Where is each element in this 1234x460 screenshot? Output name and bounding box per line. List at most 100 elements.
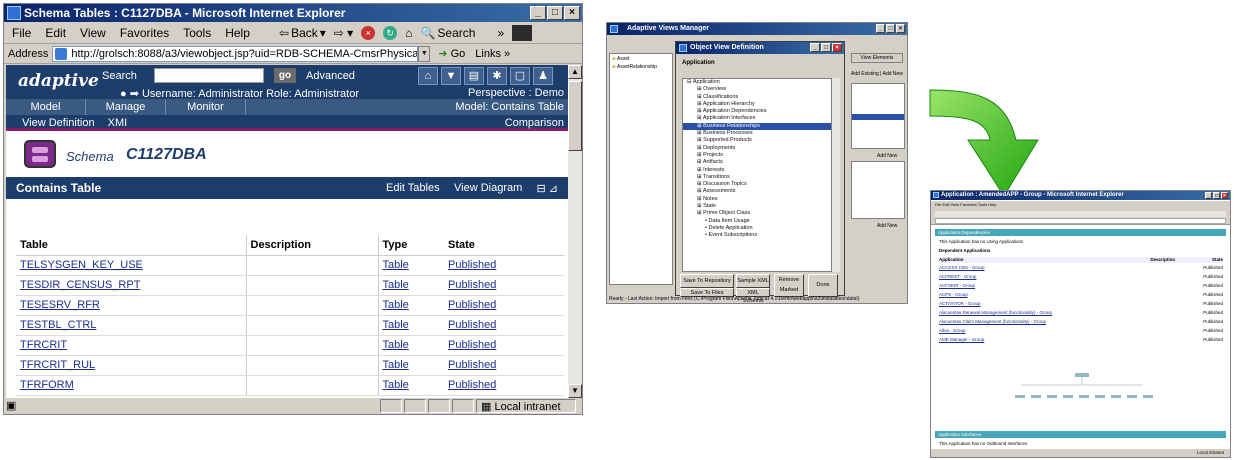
maximize-icon[interactable]: □ [547,6,563,20]
tree-item[interactable]: ⊞ Application Dependencies [683,108,831,115]
sample-xml-button[interactable]: Sample XML [736,274,770,288]
table-link[interactable]: TFRCRIT_RUL [20,359,95,371]
table-link[interactable]: TFRCRIT [20,339,67,351]
done-button[interactable]: Done [808,274,838,297]
search-button[interactable]: 🔍 Search [420,26,475,40]
close-icon[interactable]: × [832,43,842,52]
menu-tools[interactable]: Tools [183,26,211,40]
small-app-link[interactable]: Alacuentas Claim Management (functionali… [939,319,1046,325]
small-address[interactable] [935,218,1226,224]
state-link[interactable]: Published [448,379,496,391]
state-link[interactable]: Published [448,299,496,311]
menu-view[interactable]: View [80,26,106,40]
refresh-icon[interactable]: ↻ [383,26,398,40]
more-chevron-icon[interactable]: » [497,26,504,40]
menu-edit[interactable]: Edit [45,26,66,40]
scroll-thumb[interactable] [568,81,582,151]
tab-view-elements[interactable]: View Elements [851,53,903,63]
app-search-input[interactable] [154,68,264,83]
links-button[interactable]: Links » [475,48,510,60]
elements-list[interactable] [851,83,905,149]
ie-titlebar[interactable]: Schema Tables : C1127DBA - Microsoft Int… [4,4,582,22]
minimize-icon[interactable]: _ [530,6,546,20]
remove-marked-button[interactable]: Remove Marked [774,274,804,297]
table-link[interactable]: TESDIR_CENSUS_RPT [20,279,140,291]
view-definition-link[interactable]: View Definition [22,117,95,129]
tree-item[interactable]: ⊞ Business Processes [683,130,831,137]
table-link[interactable]: TELSYSGEN_KEY_USE [20,259,143,271]
home-icon[interactable]: ⌂ [418,67,438,85]
tree-item[interactable]: ⊞ Notes [683,196,831,203]
filter-icon[interactable]: ▼ [441,67,461,85]
small-app-link[interactable]: ACFREST - Group [939,274,976,280]
small-nav[interactable] [935,211,1226,217]
state-link[interactable]: Published [448,319,496,331]
close-icon[interactable]: × [1221,192,1228,199]
minimize-icon[interactable]: _ [876,24,885,33]
tree-item[interactable]: ⊞ Transitions [683,174,831,181]
close-icon[interactable]: × [896,24,905,33]
advanced-link[interactable]: Advanced [306,70,355,82]
document-icon[interactable]: ▤ [464,67,484,85]
menu-help[interactable]: Help [225,26,250,40]
type-link[interactable]: Table [383,379,409,391]
forward-button[interactable]: ⇨ ▾ [334,26,353,40]
tree-item[interactable]: • Delete Application [683,225,831,232]
small-app-link[interactable]: Alacuentas Renewal Management (functiona… [939,310,1052,316]
small-app-link[interactable]: AME Manager - Group [939,337,984,343]
tab-manage[interactable]: Manage [86,99,166,115]
tree-item[interactable]: ⊞ Deployments [683,145,831,152]
maximize-icon[interactable]: □ [821,43,831,52]
user-icon[interactable]: ♟ [533,67,553,85]
tab-model[interactable]: Model [6,99,86,115]
selected-element[interactable] [852,114,904,120]
tree-item[interactable]: ⊞ State [683,203,831,210]
collapse-icon[interactable]: ⊟ ⊿ [537,182,559,195]
type-link[interactable]: Table [383,259,409,271]
tree-item[interactable]: ⊞ Overview [683,86,831,93]
app-go-button[interactable]: go [274,68,296,83]
minimize-icon[interactable]: _ [1205,192,1212,199]
home-icon[interactable]: ⌂ [405,26,412,40]
tree-item[interactable]: ⊞ Business Relationships [683,122,831,131]
add-new-button-2[interactable]: Add New [877,153,897,159]
list-item[interactable]: ▰ Asset [610,54,672,62]
tree-item[interactable]: ⊞ Supported Products [683,137,831,144]
menu-file[interactable]: File [12,26,31,40]
window-icon[interactable]: ▢ [510,67,530,85]
tree-item[interactable]: • Event Subscriptions [683,232,831,239]
dialog-titlebar[interactable]: Object View Definition _ □ × [676,42,844,54]
small-app-link[interactable]: ACFSEIR - Group [939,283,975,289]
stop-icon[interactable]: × [361,26,376,40]
small-app-link[interactable]: ACPS - Group [939,292,968,298]
elements-list-2[interactable] [851,161,905,219]
add-new-button-3[interactable]: Add New [877,223,897,229]
state-link[interactable]: Published [448,259,496,271]
type-link[interactable]: Table [383,279,409,291]
table-link[interactable]: TFRFORM [20,379,74,391]
tree-item[interactable]: ⊞ Application Interfaces [683,115,831,122]
tab-monitor[interactable]: Monitor [166,99,246,115]
address-dropdown-icon[interactable]: ▼ [418,45,431,62]
edit-tables-link[interactable]: Edit Tables [386,182,440,194]
state-link[interactable]: Published [448,339,496,351]
list-item[interactable]: ▰ AssetRelationship [610,62,672,70]
small-app-link[interactable]: ACCESS CBS - Group [939,265,985,271]
tree-item[interactable]: ⊟ Application [683,79,831,86]
type-link[interactable]: Table [383,299,409,311]
type-link[interactable]: Table [383,319,409,331]
scroll-down-icon[interactable]: ▼ [568,384,582,398]
small-titlebar[interactable]: Application : AmendedAPP - Group - Micro… [931,191,1230,200]
back-button[interactable]: ⇦ Back ▾ [279,26,326,40]
xmi-link[interactable]: XMI [108,117,128,129]
scroll-up-icon[interactable]: ▲ [568,65,582,79]
settings-icon[interactable]: ✱ [487,67,507,85]
view-tree[interactable]: ⊟ Application ⊞ Overview ⊞ Classifications… [682,78,832,272]
tree-item[interactable]: ⊞ Projects [683,152,831,159]
add-new-button[interactable]: Add New [883,71,903,77]
tree-item[interactable]: • Data Item Usage [683,218,831,225]
tree-item[interactable]: ⊞ Interests [683,167,831,174]
address-input[interactable]: http://grolsch:8088/a3/viewobject.jsp?ui… [52,45,419,62]
tree-scrollbar[interactable] [832,78,840,272]
tree-item[interactable]: ⊞ Artifacts [683,159,831,166]
